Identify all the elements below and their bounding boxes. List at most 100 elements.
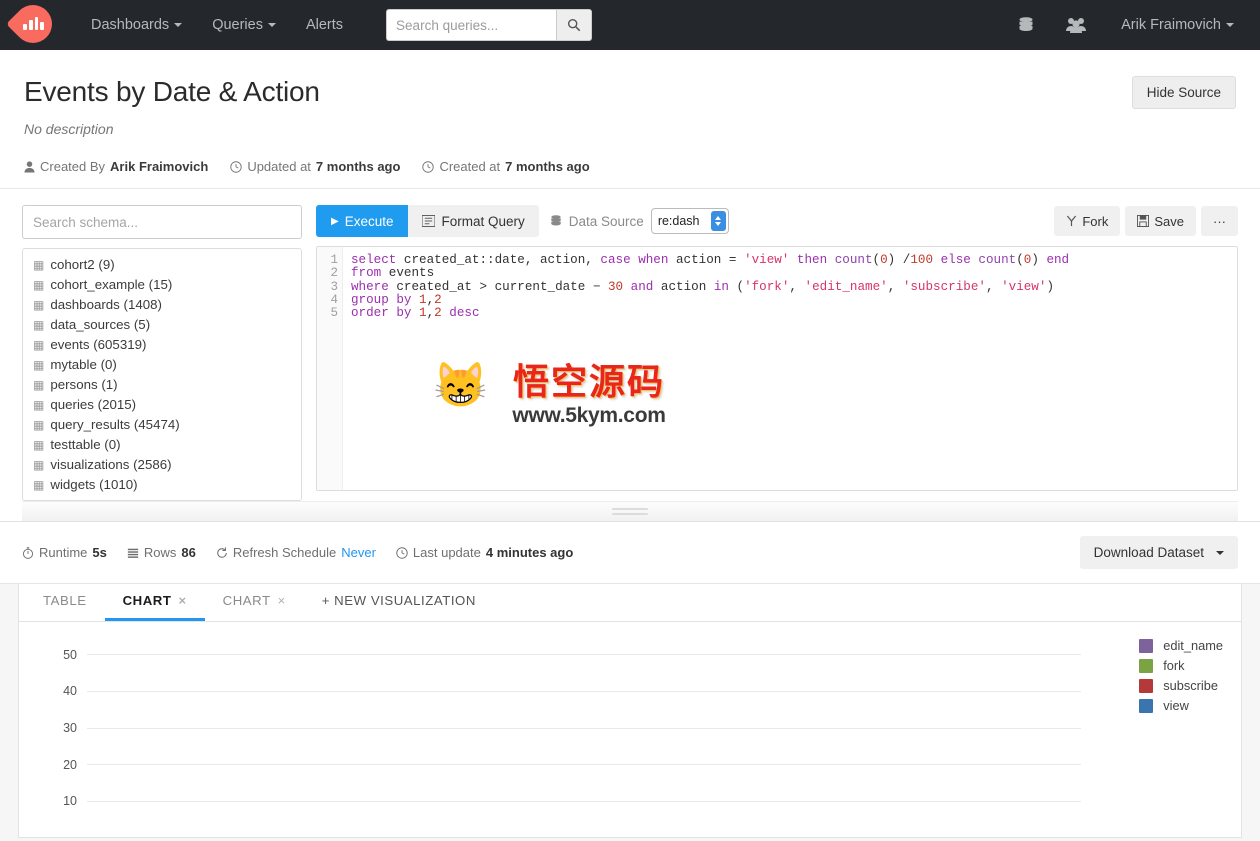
schema-table-item[interactable]: ▦ cohort_example (15) <box>23 275 301 295</box>
code-token: case when <box>600 253 676 268</box>
chart-bar-column[interactable] <box>835 636 869 837</box>
schema-table-item[interactable]: ▦ widgets (1010) <box>23 475 301 495</box>
chart-bar-column[interactable] <box>257 636 291 837</box>
nav-item-dashboards[interactable]: Dashboards <box>76 0 197 50</box>
chart-bar-column[interactable] <box>189 636 223 837</box>
format-query-button[interactable]: Format Query <box>408 205 539 238</box>
chart-bar-column[interactable] <box>427 636 461 837</box>
redash-logo[interactable] <box>6 0 60 51</box>
download-dataset-button[interactable]: Download Dataset <box>1079 536 1238 570</box>
schema-table-item[interactable]: ▦ mytable (0) <box>23 355 301 375</box>
chart-bar-column[interactable] <box>359 636 393 837</box>
fork-button[interactable]: Fork <box>1054 206 1121 237</box>
chart-bar-column[interactable] <box>223 636 257 837</box>
execute-button[interactable]: ▶ Execute <box>316 205 409 238</box>
chart-legend-item[interactable]: edit_name <box>1139 638 1223 653</box>
save-button[interactable]: Save <box>1125 206 1196 237</box>
chart-bar-column[interactable] <box>767 636 801 837</box>
schema-table-item[interactable]: ▦ queries (2015) <box>23 395 301 415</box>
more-options-button[interactable]: ··· <box>1201 206 1238 237</box>
sql-code[interactable]: select created_at::date, action, case wh… <box>343 247 1237 490</box>
visualization-tab-3[interactable]: + NEW VISUALIZATION <box>304 583 494 621</box>
chart-bar-column[interactable] <box>801 636 835 837</box>
chart-bar-column[interactable] <box>529 636 563 837</box>
chart-bar-column[interactable] <box>665 636 699 837</box>
schema-table-item[interactable]: ▦ query_results (45474) <box>23 415 301 435</box>
table-icon: ▦ <box>33 398 45 413</box>
chart-bar-column[interactable] <box>597 636 631 837</box>
schema-table-list[interactable]: ▦ cohort2 (9) ▦ cohort_example (15) ▦ dashboa… <box>22 248 302 502</box>
datasource-label: Data Source <box>568 213 644 229</box>
schema-table-item[interactable]: ▦ persons (1) <box>23 375 301 395</box>
table-icon: ▦ <box>33 358 45 373</box>
schema-table-item[interactable]: ▦ data_sources (5) <box>23 315 301 335</box>
visualization-tab-1[interactable]: CHART × <box>104 583 205 622</box>
schema-search-input[interactable] <box>22 205 302 240</box>
chart-bar-column[interactable] <box>699 636 733 837</box>
table-icon: ▦ <box>33 458 45 473</box>
chart-plot-area: 10 20 30 40 50 <box>63 636 1081 837</box>
status-items: Runtime 5s Rows 86 Refresh Schedule Neve… <box>22 545 573 560</box>
meta-created-by: Created By Arik Fraimovich <box>24 159 208 174</box>
code-token: , <box>887 279 903 294</box>
status-refresh-schedule[interactable]: Refresh Schedule Never <box>216 545 376 560</box>
chart-bar-column[interactable] <box>155 636 189 837</box>
schema-table-label: widgets (1010) <box>50 477 138 493</box>
chart-bar-column[interactable] <box>291 636 325 837</box>
query-editor-section: ▦ cohort2 (9) ▦ cohort_example (15) ▦ dashboa… <box>0 189 1260 523</box>
chart-bar-column[interactable] <box>1005 636 1039 837</box>
chart-legend-item[interactable]: fork <box>1139 658 1223 673</box>
chart-bar-column[interactable] <box>971 636 1005 837</box>
close-icon[interactable]: × <box>178 583 186 619</box>
search-icon <box>568 18 581 32</box>
chart-bar-column[interactable] <box>87 636 121 837</box>
chart-bar-column[interactable] <box>903 636 937 837</box>
chart-bar-column[interactable] <box>733 636 767 837</box>
nav-item-queries[interactable]: Queries <box>197 0 291 50</box>
chart-bar-column[interactable] <box>1073 636 1107 837</box>
schema-table-item[interactable]: ▦ cohort2 (9) <box>23 255 301 275</box>
nav-item-alerts[interactable]: Alerts <box>291 0 358 50</box>
close-icon[interactable]: × <box>278 583 286 619</box>
status-rows-value: 86 <box>181 545 196 561</box>
meta-created-at-label: Created at <box>439 159 501 175</box>
datasource-select[interactable]: re:dash <box>650 208 729 235</box>
status-refresh-value[interactable]: Never <box>341 545 376 560</box>
chart-bar-column[interactable] <box>869 636 903 837</box>
chart-bar-column[interactable] <box>563 636 597 837</box>
schema-table-item[interactable]: ▦ dashboards (1408) <box>23 295 301 315</box>
chart-bar-column[interactable] <box>393 636 427 837</box>
users-group-icon[interactable] <box>1053 0 1099 50</box>
visualization-tab-0[interactable]: TABLE <box>25 583 105 621</box>
visualization-tab-2[interactable]: CHART × <box>205 583 304 621</box>
editor-resize-handle[interactable] <box>22 501 1238 522</box>
page-description[interactable]: No description <box>24 121 320 137</box>
refresh-icon <box>217 547 227 558</box>
schema-table-label: testtable (0) <box>50 437 121 453</box>
table-icon: ▦ <box>33 318 45 333</box>
code-token: ( <box>1016 253 1024 268</box>
chart-legend-item[interactable]: view <box>1139 698 1223 713</box>
chart-bar-column[interactable] <box>461 636 495 837</box>
chart-bar-column[interactable] <box>1039 636 1073 837</box>
chart-bar-column[interactable] <box>121 636 155 837</box>
chart-bar-column[interactable] <box>631 636 665 837</box>
schema-table-item[interactable]: ▦ testtable (0) <box>23 435 301 455</box>
search-input[interactable] <box>386 9 557 41</box>
chevron-down-icon <box>1226 23 1234 28</box>
chart-bar-column[interactable] <box>325 636 359 837</box>
chart-bar-column[interactable] <box>937 636 971 837</box>
visualization-tab-label: CHART <box>222 592 271 608</box>
schema-table-label: visualizations (2586) <box>50 457 172 473</box>
schema-table-item[interactable]: ▦ events (605319) <box>23 335 301 355</box>
schema-table-item[interactable]: ▦ visualizations (2586) <box>23 455 301 475</box>
sql-editor[interactable]: 12345 select created_at::date, action, c… <box>316 246 1238 492</box>
hide-source-button[interactable]: Hide Source <box>1131 76 1236 109</box>
search-button[interactable] <box>556 9 593 41</box>
user-menu[interactable]: Arik Fraimovich <box>1103 17 1246 33</box>
chart-legend-item[interactable]: subscribe <box>1139 678 1223 693</box>
status-runtime-value: 5s <box>92 545 107 561</box>
database-icon[interactable] <box>1003 0 1049 50</box>
chart-bar-column[interactable] <box>495 636 529 837</box>
page-meta: Created By Arik Fraimovich Updated at 7 … <box>24 159 1236 174</box>
